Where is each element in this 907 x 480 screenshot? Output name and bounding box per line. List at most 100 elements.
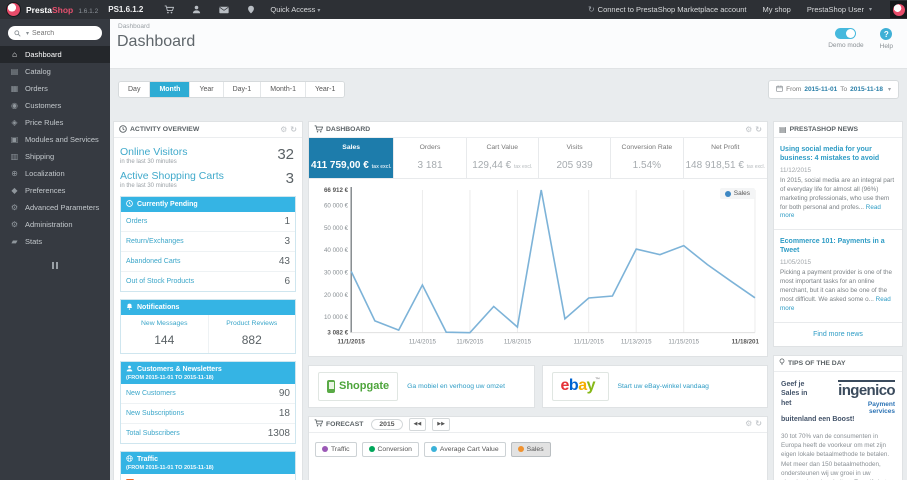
marketplace-link[interactable]: ↻ Connect to PrestaShop Marketplace accou… bbox=[588, 5, 747, 14]
activity-panel-title: ACTIVITY OVERVIEW bbox=[130, 126, 200, 133]
customers-row-new-customers[interactable]: New Customers 90 bbox=[121, 384, 295, 403]
sidebar-item-dashboard[interactable]: ⌂ Dashboard bbox=[0, 46, 110, 63]
period-button-month[interactable]: Month bbox=[150, 81, 191, 97]
traffic-subtitle: (FROM 2015-11-01 TO 2015-11-18) bbox=[126, 465, 214, 471]
search-scope-caret-icon[interactable]: ▾ bbox=[26, 30, 29, 37]
svg-text:66 912 €: 66 912 € bbox=[324, 187, 349, 194]
messages-icon[interactable] bbox=[219, 6, 230, 14]
metric-label[interactable]: Active Shopping Carts bbox=[120, 170, 296, 182]
quick-access-menu[interactable]: Quick Access ▾ bbox=[270, 5, 320, 14]
pending-row-orders[interactable]: Orders 1 bbox=[121, 212, 295, 231]
brand: PrestaShop 1.6.1.2 bbox=[26, 5, 98, 15]
sidebar-item-customers[interactable]: ◉ Customers bbox=[0, 97, 110, 114]
ebay-banner-link[interactable]: Start uw eBay-winkel vandaag bbox=[618, 383, 709, 390]
tips-of-the-day-panel: TIPS OF THE DAY ingenico Payment service… bbox=[773, 354, 903, 480]
kpi-tab-cart-value[interactable]: Cart Value 129,44 € tax excl. bbox=[467, 138, 539, 178]
pending-row-out-of-stock-products[interactable]: Out of Stock Products 6 bbox=[121, 271, 295, 291]
row-value: 6 bbox=[284, 276, 290, 287]
sidebar-item-stats[interactable]: ▰ Stats bbox=[0, 233, 110, 250]
refresh-icon[interactable]: ↻ bbox=[755, 420, 762, 428]
read-more-link[interactable]: Read more bbox=[780, 204, 881, 220]
next-year-button[interactable]: ▶▶ bbox=[432, 417, 450, 431]
user-menu[interactable]: PrestaShop User ▾ bbox=[807, 5, 872, 14]
sidebar-item-label: Orders bbox=[25, 84, 48, 93]
kpi-tab-sales[interactable]: Sales 411 759,00 € tax excl. bbox=[309, 138, 395, 178]
pending-row-abandoned-carts[interactable]: Abandoned Carts 43 bbox=[121, 251, 295, 271]
brand-version: 1.6.1.2 bbox=[78, 7, 99, 15]
customers-header: Customers & Newsletters (FROM 2015-11-01… bbox=[121, 362, 295, 384]
kpi-tab-visits[interactable]: Visits 205 939 bbox=[539, 138, 612, 178]
series-toggle-average-cart-value[interactable]: Average Cart Value bbox=[423, 441, 506, 457]
svg-text:11/1/2015: 11/1/2015 bbox=[338, 339, 366, 346]
avatar[interactable] bbox=[890, 1, 907, 18]
sidebar-item-modules-and-services[interactable]: ▣ Modules and Services bbox=[0, 131, 110, 148]
gear-icon[interactable]: ⚙ bbox=[745, 125, 752, 134]
shopgate-banner[interactable]: Shopgate Ga mobiel en verhoog uw omzet bbox=[308, 364, 535, 408]
prestashop-news-panel: ▤ PRESTASHOP NEWS Using social media for… bbox=[773, 121, 903, 347]
customers-notification-icon[interactable] bbox=[192, 5, 201, 14]
kpi-tab-net-profit[interactable]: Net Profit 148 918,51 € tax excl. bbox=[684, 138, 768, 178]
row-value: 1 bbox=[284, 216, 290, 227]
period-button-year-1[interactable]: Year-1 bbox=[305, 81, 345, 97]
notification-label: New Messages bbox=[141, 320, 188, 327]
notification-new-messages[interactable]: New Messages 144 bbox=[121, 315, 208, 353]
ps-version: PS1.6.1.2 bbox=[108, 5, 144, 14]
collapse-sidebar-icon[interactable] bbox=[0, 262, 110, 269]
refresh-icon[interactable]: ↻ bbox=[755, 125, 762, 134]
sidebar-item-advanced-parameters[interactable]: ⚙ Advanced Parameters bbox=[0, 199, 110, 216]
shopgate-banner-link[interactable]: Ga mobiel en verhoog uw omzet bbox=[407, 383, 505, 390]
series-toggle-traffic[interactable]: Traffic bbox=[315, 441, 357, 457]
gear-icon[interactable]: ⚙ bbox=[745, 420, 752, 428]
period-button-day-1[interactable]: Day-1 bbox=[223, 81, 262, 97]
sales-legend-dot-icon bbox=[724, 190, 731, 197]
series-toggle-sales[interactable]: Sales bbox=[510, 441, 551, 457]
search-input[interactable] bbox=[32, 29, 96, 37]
kpi-tab-conversion-rate[interactable]: Conversion Rate 1.54% bbox=[611, 138, 684, 178]
svg-text:11/4/2015: 11/4/2015 bbox=[409, 339, 437, 346]
sidebar: ▾ ⌂ Dashboard ▤ Catalog ▦ Orders ◉ Customers ◈ Pr… bbox=[0, 19, 110, 480]
forecast-year-selector[interactable]: 2015 bbox=[371, 418, 403, 430]
sidebar-item-preferences[interactable]: ◆ Preferences bbox=[0, 182, 110, 199]
date-range-picker[interactable]: From 2015-11-01 To 2015-11-18 ▾ bbox=[768, 79, 899, 99]
previous-year-button[interactable]: ◀◀ bbox=[408, 417, 427, 431]
sidebar-item-price-rules[interactable]: ◈ Price Rules bbox=[0, 114, 110, 131]
brand-shop: Shop bbox=[52, 4, 74, 15]
sidebar-item-catalog[interactable]: ▤ Catalog bbox=[0, 63, 110, 80]
row-value: 90 bbox=[278, 388, 290, 399]
period-button-year[interactable]: Year bbox=[190, 81, 224, 97]
kpi-value: 129,44 € tax excl. bbox=[472, 160, 533, 171]
customers-row-new-subscriptions[interactable]: New Subscriptions 18 bbox=[121, 403, 295, 423]
kpi-row: Sales 411 759,00 € tax excl. Orders 3 181 C… bbox=[309, 138, 767, 179]
demo-mode-toggle[interactable] bbox=[835, 28, 857, 39]
period-button-day[interactable]: Day bbox=[119, 81, 151, 97]
sidebar-item-orders[interactable]: ▦ Orders bbox=[0, 80, 110, 97]
period-button-month-1[interactable]: Month-1 bbox=[261, 81, 306, 97]
sidebar-item-administration[interactable]: ⚙ Administration bbox=[0, 216, 110, 233]
notification-product-reviews[interactable]: Product Reviews 882 bbox=[207, 315, 296, 353]
pending-row-return-exchanges[interactable]: Return/Exchanges 3 bbox=[121, 231, 295, 251]
ebay-banner[interactable]: ebay™ Start uw eBay-winkel vandaag bbox=[541, 364, 768, 408]
pin-icon[interactable] bbox=[247, 5, 255, 14]
article-title[interactable]: Using social media for your business: 4 … bbox=[780, 145, 896, 163]
kpi-tab-orders[interactable]: Orders 3 181 bbox=[394, 138, 467, 178]
refresh-icon[interactable]: ↻ bbox=[290, 125, 297, 134]
article-title[interactable]: Ecommerce 101: Payments in a Tweet bbox=[780, 237, 896, 255]
google-analytics-link[interactable]: Link to your Google Analytics account bbox=[121, 474, 295, 480]
my-shop-link[interactable]: My shop bbox=[763, 5, 791, 14]
row-value: 43 bbox=[278, 256, 290, 267]
trademark-symbol: ™ bbox=[595, 377, 600, 384]
help-button[interactable]: ? bbox=[880, 28, 893, 40]
find-more-news-link[interactable]: Find more news bbox=[774, 323, 902, 346]
sidebar-item-localization[interactable]: ⊕ Localization bbox=[0, 165, 110, 182]
series-toggle-conversion[interactable]: Conversion bbox=[361, 441, 419, 457]
customers-row-total-subscribers[interactable]: Total Subscribers 1308 bbox=[121, 423, 295, 443]
svg-text:20 000 €: 20 000 € bbox=[324, 292, 349, 299]
sidebar-item-shipping[interactable]: ▥ Shipping bbox=[0, 148, 110, 165]
partner-banners: Shopgate Ga mobiel en verhoog uw omzet e… bbox=[308, 364, 768, 408]
read-more-link[interactable]: Read more bbox=[780, 296, 891, 312]
gear-icon[interactable]: ⚙ bbox=[280, 125, 287, 134]
shopgate-logo: Shopgate bbox=[318, 371, 399, 401]
page-title: Dashboard bbox=[117, 33, 196, 50]
cart-icon[interactable] bbox=[164, 5, 175, 14]
metric-label[interactable]: Online Visitors bbox=[120, 146, 296, 158]
